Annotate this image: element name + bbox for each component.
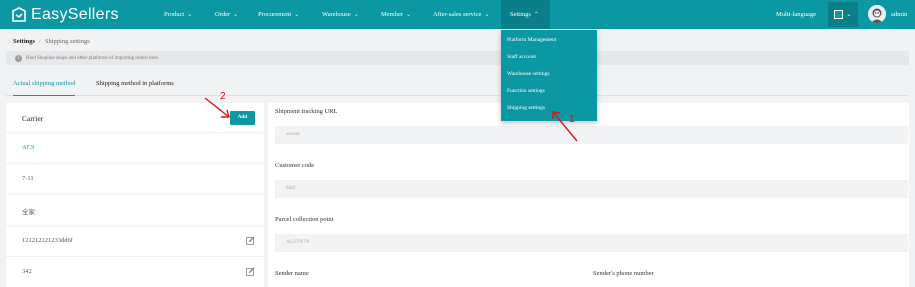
carrier-list-header: Carrier Add xyxy=(6,103,264,133)
brand-logo[interactable]: EasySellers xyxy=(11,6,119,23)
language-selector[interactable]: Multi-language xyxy=(776,0,816,29)
carrier-list-panel: Carrier Add ACS 7-11 全家 121212121233dd6f… xyxy=(6,103,264,287)
carrier-name: 121212121233dd6f xyxy=(22,237,73,244)
carrier-detail-panel: Shipment tracking URL sssssss Customer c… xyxy=(268,103,909,287)
tab-shipping-method-in-platforms[interactable]: Shipping method in platforms xyxy=(96,72,174,96)
tab-bar: Actual shipping method Shipping method i… xyxy=(6,72,909,96)
collection-point-label: Parcel collection point xyxy=(275,216,334,223)
carrier-list-item[interactable]: 7-11 xyxy=(6,164,264,195)
menu-item-function-settings[interactable]: Function settings xyxy=(507,88,545,94)
sender-phone-label: Sender's phone number xyxy=(593,270,654,277)
carrier-list-item[interactable]: 全家 xyxy=(6,195,264,226)
nav-label: Member xyxy=(381,11,404,18)
menu-item-platform-management[interactable]: Platform Management xyxy=(507,37,556,43)
annotation-label-2: 2 xyxy=(220,91,226,102)
carrier-list-item[interactable]: 121212121233dd6f xyxy=(6,226,264,257)
carrier-name: 7-11 xyxy=(22,175,34,182)
breadcrumb-root[interactable]: Settings xyxy=(13,38,35,45)
nav-label: Settings xyxy=(510,11,531,18)
color-swatch xyxy=(834,10,844,19)
nav-procurement[interactable]: Procurement ⌄ xyxy=(258,0,299,29)
chevron-down-icon: ⌄ xyxy=(233,12,239,18)
tracking-url-field[interactable]: sssssss xyxy=(275,126,908,144)
notice-text: Bind Shopline shops and other platforms … xyxy=(26,55,160,61)
carrier-list-item[interactable]: ACS xyxy=(6,133,264,164)
chevron-down-icon: ⌄ xyxy=(846,12,852,18)
nav-settings[interactable]: Settings ⌃ xyxy=(501,0,550,29)
menu-item-staff-account[interactable]: Staff account xyxy=(507,54,536,60)
chevron-down-icon: ⌄ xyxy=(484,12,490,18)
chevron-down-icon: ⌄ xyxy=(353,12,359,18)
customer-code-field[interactable]: dddf xyxy=(275,180,908,198)
user-avatar-icon xyxy=(868,5,886,23)
top-navigation-bar: EasySellers Product ⌄ Order ⌄ Procurement ⌄… xyxy=(0,0,915,29)
carrier-name: ACS xyxy=(22,144,35,151)
edit-icon[interactable] xyxy=(246,267,255,276)
customer-code-label: Customer code xyxy=(275,162,315,169)
settings-dropdown-menu: Platform Management Staff account Wareho… xyxy=(501,30,597,121)
carrier-list-title: Carrier xyxy=(22,114,44,123)
info-notice: i Bind Shopline shops and other platform… xyxy=(6,51,909,65)
breadcrumb-separator: / xyxy=(39,38,41,45)
collection-point-field[interactable]: ACSTWTP xyxy=(275,234,908,252)
nav-label: After-sales service xyxy=(433,11,482,18)
brand-name: EasySellers xyxy=(31,5,119,23)
annotation-label-1: 1 xyxy=(569,114,575,125)
chevron-down-icon: ⌄ xyxy=(406,12,412,18)
nav-label: Order xyxy=(215,11,231,18)
chevron-up-icon: ⌃ xyxy=(533,12,539,18)
add-carrier-button[interactable]: Add xyxy=(230,111,255,125)
menu-item-shipping-settings[interactable]: Shipping settings xyxy=(507,105,545,111)
edit-icon[interactable] xyxy=(246,236,255,245)
menu-item-warehouse-settings[interactable]: Warehouse settings xyxy=(507,71,549,77)
nav-warehouse[interactable]: Warehouse ⌄ xyxy=(322,0,359,29)
nav-product[interactable]: Product ⌄ xyxy=(164,0,192,29)
nav-label: Product xyxy=(164,11,185,18)
nav-member[interactable]: Member ⌄ xyxy=(381,0,411,29)
avatar[interactable] xyxy=(868,5,886,23)
chevron-down-icon: ⌄ xyxy=(187,12,193,18)
breadcrumb: Settings / Shipping settings xyxy=(13,38,90,45)
info-icon: i xyxy=(15,54,22,62)
tab-actual-shipping-method[interactable]: Actual shipping method xyxy=(13,72,76,96)
theme-color-picker[interactable]: ⌄ xyxy=(828,2,858,27)
carrier-name: 全家 xyxy=(22,209,35,216)
carrier-name: 342 xyxy=(22,268,32,275)
user-name[interactable]: admin xyxy=(891,0,907,29)
tracking-url-label: Shipment tracking URL xyxy=(275,108,338,115)
sender-name-label: Sender name xyxy=(275,270,309,277)
chevron-down-icon: ⌄ xyxy=(294,12,300,18)
nav-label: Warehouse xyxy=(322,11,351,18)
nav-order[interactable]: Order ⌄ xyxy=(215,0,238,29)
breadcrumb-current: Shipping settings xyxy=(44,38,90,45)
nav-after-sales[interactable]: After-sales service ⌄ xyxy=(433,0,489,29)
nav-label: Procurement xyxy=(258,11,292,18)
carrier-list-item[interactable]: 342 xyxy=(6,257,264,287)
shop-bag-icon xyxy=(12,6,26,22)
